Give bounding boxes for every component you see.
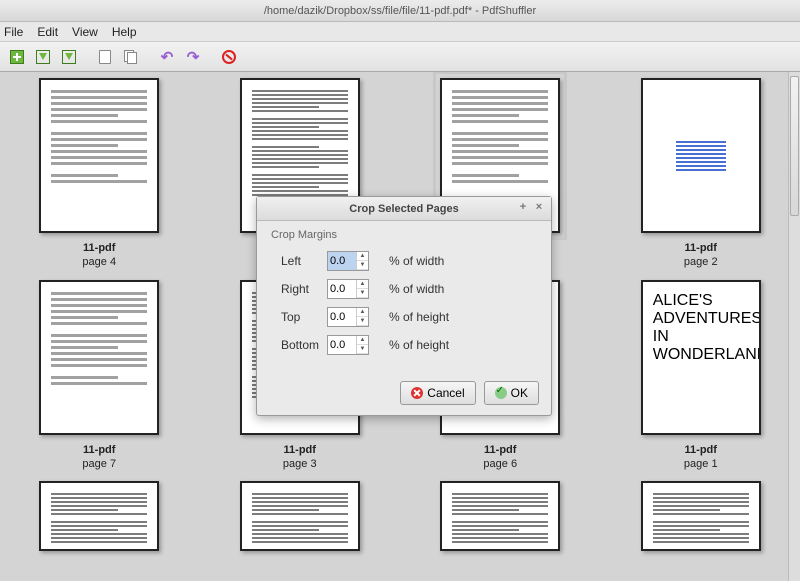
scrollbar[interactable] [788, 72, 800, 581]
dialog-titlebar[interactable]: Crop Selected Pages + × [257, 197, 551, 221]
crop-label: Top [271, 310, 327, 324]
crop-row-left: Left▲▼% of width [271, 247, 537, 275]
page-thumbnail[interactable]: ALICE'S ADVENTURES IN WONDERLAND 11-pdfpa… [618, 280, 783, 472]
cancel-button[interactable]: Cancel [400, 381, 475, 405]
page-preview [641, 78, 761, 233]
page-preview [39, 280, 159, 435]
delete-button[interactable] [218, 46, 240, 68]
menu-help[interactable]: Help [112, 25, 137, 39]
menubar: File Edit View Help [0, 22, 800, 42]
page-thumbnail[interactable]: 11-pdfpage 4 [17, 78, 182, 270]
ok-button[interactable]: OK [484, 381, 539, 405]
window-titlebar: /home/dazik/Dropbox/ss/file/file/11-pdf.… [0, 0, 800, 22]
ok-label: OK [511, 386, 528, 400]
page-preview [440, 481, 560, 551]
crop-unit-label: % of height [389, 338, 449, 352]
duplicate-button[interactable] [120, 46, 142, 68]
spin-down-icon[interactable]: ▼ [357, 345, 368, 354]
spin-down-icon[interactable]: ▼ [357, 289, 368, 298]
redo-button[interactable]: ↷ [182, 46, 204, 68]
dialog-close-icon[interactable]: × [533, 202, 545, 214]
thumbnail-caption: 11-pdfpage 3 [283, 443, 317, 472]
page-preview: ALICE'S ADVENTURES IN WONDERLAND [641, 280, 761, 435]
page-thumbnail[interactable] [217, 481, 382, 551]
spin-up-icon[interactable]: ▲ [357, 336, 368, 345]
dialog-section-label: Crop Margins [271, 229, 537, 241]
crop-unit-label: % of width [389, 254, 444, 268]
crop-value-input[interactable] [328, 336, 356, 354]
dialog-title: Crop Selected Pages [349, 203, 458, 215]
add-button[interactable] [6, 46, 28, 68]
ok-check-icon [495, 387, 507, 399]
page-preview [39, 78, 159, 233]
menu-edit[interactable]: Edit [37, 25, 58, 39]
spin-up-icon[interactable]: ▲ [357, 252, 368, 261]
thumbnail-caption: 11-pdfpage 4 [82, 241, 116, 270]
plus-icon [10, 50, 24, 64]
crop-spinner[interactable]: ▲▼ [327, 251, 369, 271]
toolbar: ↶ ↷ [0, 42, 800, 72]
crop-label: Right [271, 282, 327, 296]
page-thumbnail[interactable]: 11-pdfpage 2 [618, 78, 783, 270]
spin-down-icon[interactable]: ▼ [357, 261, 368, 270]
dialog-expand-icon[interactable]: + [517, 202, 529, 214]
spin-up-icon[interactable]: ▲ [357, 280, 368, 289]
crop-value-input[interactable] [328, 252, 356, 270]
thumbnail-caption: 11-pdfpage 6 [483, 443, 517, 472]
page-preview [641, 481, 761, 551]
thumbnail-caption: 11-pdfpage 2 [684, 241, 718, 270]
page-thumbnail[interactable] [17, 481, 182, 551]
cancel-label: Cancel [427, 386, 464, 400]
crop-unit-label: % of width [389, 282, 444, 296]
crop-spinner[interactable]: ▲▼ [327, 335, 369, 355]
page-preview [39, 481, 159, 551]
thumbnail-caption: 11-pdfpage 1 [684, 443, 718, 472]
page-thumbnail[interactable] [418, 481, 583, 551]
export-button[interactable] [58, 46, 80, 68]
page-icon [99, 50, 111, 64]
undo-button[interactable]: ↶ [156, 46, 178, 68]
crop-label: Bottom [271, 338, 327, 352]
menu-file[interactable]: File [4, 25, 23, 39]
crop-value-input[interactable] [328, 308, 356, 326]
import-button[interactable] [32, 46, 54, 68]
crop-spinner[interactable]: ▲▼ [327, 307, 369, 327]
crop-dialog: Crop Selected Pages + × Crop Margins Lef… [256, 196, 552, 416]
new-page-button[interactable] [94, 46, 116, 68]
scrollbar-handle[interactable] [790, 76, 799, 216]
crop-label: Left [271, 254, 327, 268]
duplicate-icon [124, 50, 138, 64]
page-thumbnail[interactable] [618, 481, 783, 551]
spin-down-icon[interactable]: ▼ [357, 317, 368, 326]
crop-unit-label: % of height [389, 310, 449, 324]
crop-value-input[interactable] [328, 280, 356, 298]
redo-icon: ↷ [187, 48, 200, 66]
crop-row-right: Right▲▼% of width [271, 275, 537, 303]
undo-icon: ↶ [161, 48, 174, 66]
crop-spinner[interactable]: ▲▼ [327, 279, 369, 299]
crop-row-bottom: Bottom▲▼% of height [271, 331, 537, 359]
spin-up-icon[interactable]: ▲ [357, 308, 368, 317]
no-entry-icon [222, 50, 236, 64]
cancel-icon [411, 387, 423, 399]
page-preview [240, 481, 360, 551]
thumbnail-caption: 11-pdfpage 7 [82, 443, 116, 472]
crop-row-top: Top▲▼% of height [271, 303, 537, 331]
export-icon [62, 50, 76, 64]
menu-view[interactable]: View [72, 25, 98, 39]
page-thumbnail[interactable]: 11-pdfpage 7 [17, 280, 182, 472]
import-icon [36, 50, 50, 64]
